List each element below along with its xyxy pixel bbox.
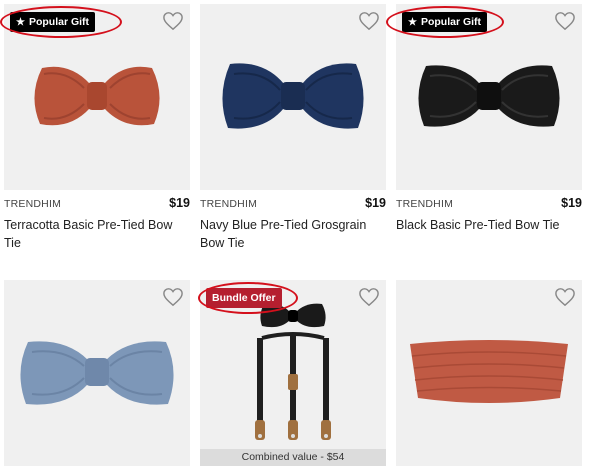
price-label: $19 (561, 196, 582, 210)
price-label: $19 (365, 196, 386, 210)
bow-tie-image (20, 341, 174, 405)
heart-outline-icon[interactable] (358, 287, 380, 307)
product-image[interactable] (396, 280, 582, 466)
heart-outline-icon[interactable] (554, 287, 576, 307)
combined-value-label: Combined value - $54 (200, 449, 386, 466)
heart-outline-icon[interactable] (358, 11, 380, 31)
product-image[interactable] (4, 280, 190, 466)
product-image[interactable]: Bundle Offer Combined value - $54 (200, 280, 386, 466)
product-card[interactable]: ★ Popular Gift TRENDHIM $19 Terracotta Ba… (4, 4, 190, 252)
cummerbund-image (410, 340, 568, 403)
product-title[interactable]: Terracotta Basic Pre-Tied Bow Tie (4, 216, 190, 252)
brand-label: TRENDHIM (396, 198, 454, 210)
star-icon: ★ (16, 17, 25, 28)
product-image[interactable]: ★ Popular Gift (396, 4, 582, 190)
product-image[interactable]: ★ Popular Gift (4, 4, 190, 190)
brand-label: TRENDHIM (4, 198, 62, 210)
product-title[interactable]: Black Basic Pre-Tied Bow Tie (396, 216, 582, 234)
bow-tie-image (222, 63, 364, 129)
product-card[interactable] (4, 280, 190, 466)
heart-outline-icon[interactable] (162, 287, 184, 307)
popular-gift-badge: ★ Popular Gift (10, 12, 96, 32)
popular-gift-badge: ★ Popular Gift (402, 12, 488, 32)
price-label: $19 (169, 196, 190, 210)
star-icon: ★ (408, 17, 417, 28)
product-card[interactable]: TRENDHIM $19 Navy Blue Pre-Tied Grosgrai… (200, 4, 386, 252)
product-image[interactable] (200, 4, 386, 190)
product-card[interactable]: Bundle Offer Combined value - $54 (200, 280, 386, 466)
heart-outline-icon[interactable] (554, 11, 576, 31)
product-title[interactable]: Navy Blue Pre-Tied Grosgrain Bow Tie (200, 216, 386, 252)
bundle-offer-badge: Bundle Offer (206, 288, 282, 308)
brand-label: TRENDHIM (200, 198, 258, 210)
product-card[interactable] (396, 280, 582, 466)
product-card[interactable]: ★ Popular Gift TRENDHIM $19 Black Basic P… (396, 4, 582, 234)
heart-outline-icon[interactable] (162, 11, 184, 31)
